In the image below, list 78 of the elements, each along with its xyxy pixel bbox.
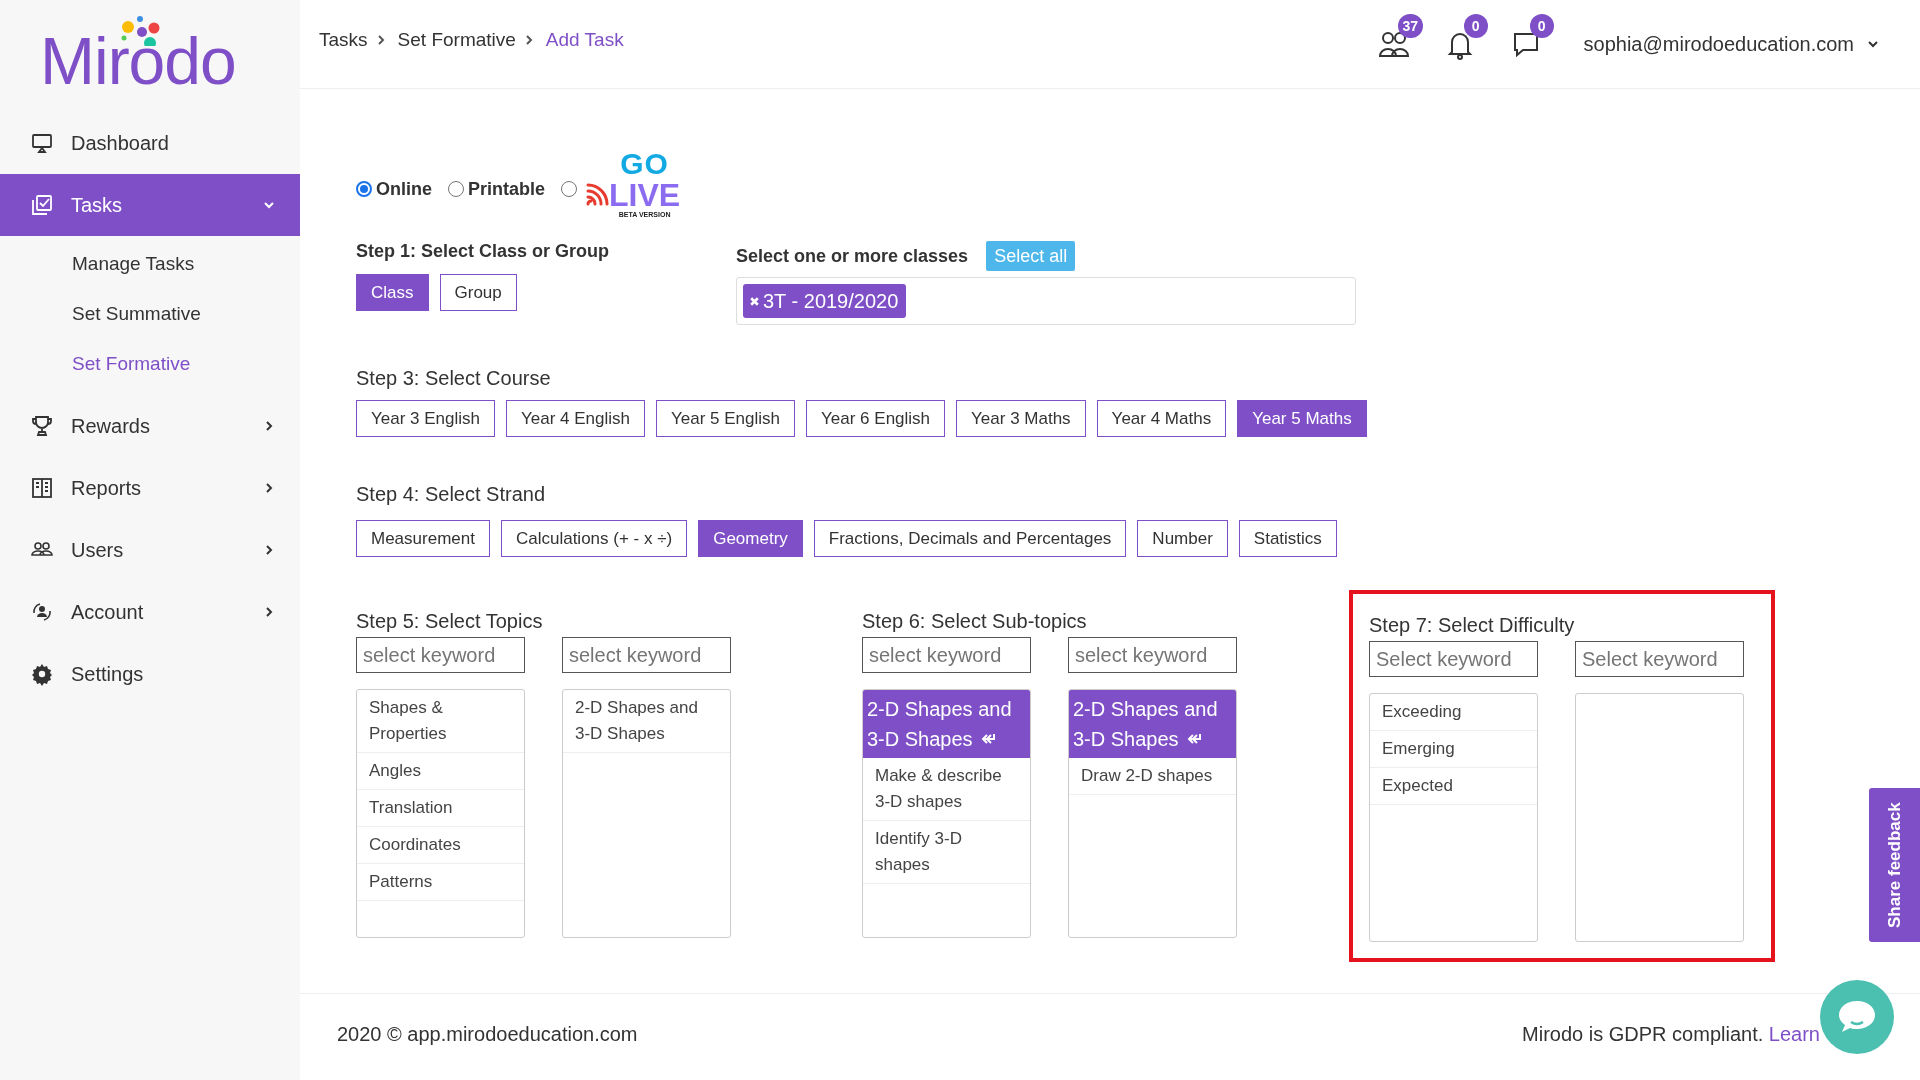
radio-label: Online bbox=[376, 178, 432, 200]
list-item[interactable]: Exceeding bbox=[1370, 694, 1537, 731]
submenu-item[interactable]: Set Formative bbox=[0, 339, 300, 389]
account-icon bbox=[30, 600, 54, 624]
option-button[interactable]: Class bbox=[356, 274, 429, 311]
option-button[interactable]: Year 5 Maths bbox=[1237, 400, 1367, 437]
option-button[interactable]: Group bbox=[439, 274, 517, 311]
learn-link[interactable]: Learn bbox=[1768, 1022, 1820, 1046]
list-item[interactable]: Draw 2-D shapes bbox=[1069, 758, 1236, 795]
keyword-field[interactable]: select keyword bbox=[356, 637, 525, 673]
sidebar-item[interactable]: Settings bbox=[0, 643, 300, 705]
breadcrumb-link[interactable]: Add Task bbox=[545, 29, 624, 51]
keyword-field[interactable]: select keyword bbox=[1068, 637, 1237, 673]
gear-icon bbox=[30, 662, 54, 686]
radio-button[interactable] bbox=[561, 181, 578, 197]
count-badge: 0 bbox=[1463, 14, 1488, 38]
sidebar-item[interactable]: Account bbox=[0, 581, 300, 643]
list-item[interactable]: Identify 3-D shapes bbox=[863, 821, 1030, 884]
keyword-field[interactable]: Select keyword bbox=[1575, 641, 1744, 677]
gdpr-text: Mirodo is GDPR compliant. bbox=[1522, 1022, 1764, 1046]
option-button[interactable]: Year 3 English bbox=[356, 400, 495, 437]
list-item[interactable]: 2-D Shapes and 3-D Shapes bbox=[1069, 690, 1236, 758]
list-item[interactable]: Patterns bbox=[357, 864, 524, 901]
trophy-icon bbox=[30, 414, 54, 438]
option-button[interactable]: Year 5 English bbox=[656, 400, 796, 437]
sidebar-item[interactable]: Reports bbox=[0, 457, 300, 519]
list-item[interactable]: 2-D Shapes and 3-D Shapes bbox=[863, 690, 1030, 758]
breadcrumb-link[interactable]: Tasks bbox=[319, 29, 368, 51]
field-label: Select one or more classes bbox=[736, 245, 969, 267]
list-item[interactable]: Make & describe 3-D shapes bbox=[863, 758, 1030, 821]
user-menu[interactable]: sophia@mirodoeducation.com bbox=[1583, 32, 1880, 56]
option-button[interactable]: Year 3 Maths bbox=[956, 400, 1086, 437]
remove-icon[interactable] bbox=[749, 295, 760, 307]
breadcrumb-link[interactable]: Set Formative bbox=[397, 29, 516, 51]
sidebar-item[interactable]: Users bbox=[0, 519, 300, 581]
keyword-field[interactable]: select keyword bbox=[562, 637, 731, 673]
copyright-text: 2020 © app.mirodoeducation.com bbox=[337, 1022, 639, 1046]
radio-label: Printable bbox=[468, 178, 546, 200]
option-button[interactable]: Geometry bbox=[698, 520, 803, 557]
list-item[interactable]: Emerging bbox=[1370, 731, 1537, 768]
step-title: Step 6: Select Sub-topics bbox=[862, 610, 1088, 633]
step-title: Step 3: Select Course bbox=[356, 367, 552, 390]
step-title: Step 1: Select Class or Group bbox=[356, 241, 611, 262]
list-item[interactable]: Angles bbox=[357, 753, 524, 790]
option-button[interactable]: Year 6 English bbox=[806, 400, 946, 437]
submenu-item[interactable]: Set Summative bbox=[0, 289, 300, 339]
monitor-icon bbox=[30, 131, 54, 155]
list-item[interactable]: Coordinates bbox=[357, 827, 524, 864]
class-select-field[interactable]: 3T - 2019/2020 bbox=[736, 277, 1356, 325]
list-item[interactable]: Translation bbox=[357, 790, 524, 827]
count-badge: 37 bbox=[1397, 14, 1424, 38]
option-button[interactable]: Fractions, Decimals and Percentages bbox=[813, 520, 1127, 557]
class-tag[interactable]: 3T - 2019/2020 bbox=[743, 284, 907, 318]
sidebar-item[interactable]: Tasks bbox=[0, 174, 300, 236]
option-button[interactable]: Measurement bbox=[356, 520, 490, 557]
step-title: Step 7: Select Difficulty bbox=[1369, 614, 1576, 637]
radio-button[interactable] bbox=[356, 181, 372, 197]
logo: Mirodo bbox=[0, 0, 300, 112]
step-title: Step 4: Select Strand bbox=[356, 483, 546, 506]
sidebar-item[interactable]: Dashboard bbox=[0, 112, 300, 174]
count-badge: 0 bbox=[1529, 14, 1554, 38]
option-button[interactable]: Year 4 Maths bbox=[1096, 400, 1227, 437]
keyword-field[interactable]: select keyword bbox=[862, 637, 1031, 673]
feedback-tab[interactable]: Share feedback bbox=[1869, 788, 1920, 942]
submenu-item[interactable]: Manage Tasks bbox=[0, 239, 300, 289]
option-button[interactable]: Statistics bbox=[1238, 520, 1337, 557]
report-icon bbox=[30, 476, 54, 500]
option-button[interactable]: Number bbox=[1137, 520, 1228, 557]
step-title: Step 5: Select Topics bbox=[356, 610, 544, 633]
radio-button[interactable] bbox=[448, 181, 464, 197]
option-button[interactable]: Year 4 English bbox=[506, 400, 646, 437]
sidebar-item[interactable]: Rewards bbox=[0, 395, 300, 457]
list-item[interactable]: Expected bbox=[1370, 768, 1537, 805]
list-item[interactable]: Shapes & Properties bbox=[357, 690, 524, 753]
list-item[interactable]: 2-D Shapes and 3-D Shapes bbox=[563, 690, 730, 753]
option-button[interactable]: Calculations (+ - x ÷) bbox=[500, 520, 688, 557]
keyword-field[interactable]: Select keyword bbox=[1369, 641, 1538, 677]
checklist-icon bbox=[30, 193, 54, 217]
